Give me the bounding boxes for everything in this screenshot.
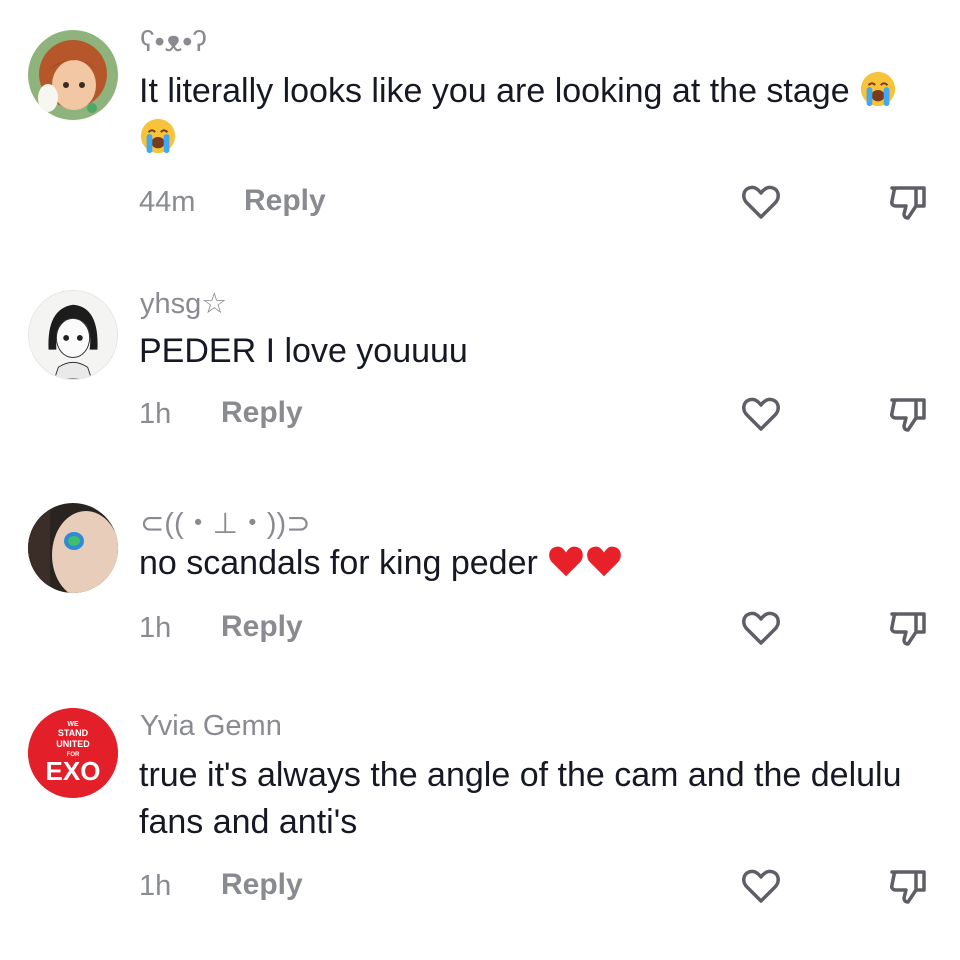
dislike-thumbs-down-icon[interactable] (886, 606, 930, 650)
red-heart-emoji-icon (587, 546, 622, 577)
reply-button[interactable]: Reply (221, 610, 303, 644)
comment-item: WE STAND UNITED FOR EXO Yvia Gemn true i… (0, 700, 960, 960)
avatar-badge-text: WE (67, 721, 79, 728)
username[interactable]: ⊂((・⊥・))⊃ (140, 500, 311, 542)
comment-text-content: no scandals for king peder (139, 544, 538, 582)
avatar-manga-girl-image (29, 291, 117, 379)
dislike-thumbs-down-icon[interactable] (886, 180, 930, 224)
reply-button[interactable]: Reply (221, 868, 303, 902)
avatar-badge-text: EXO (46, 756, 101, 786)
comment-time: 44m (139, 186, 196, 218)
comment-text: PEDER I love youuuu (139, 328, 919, 375)
like-heart-icon[interactable] (739, 606, 783, 650)
username[interactable]: ʕ•ᴥ•ʔ (140, 26, 207, 59)
comment-time: 1h (139, 870, 172, 902)
comment-item: yhsg☆ PEDER I love youuuu 1h Reply (0, 270, 960, 480)
comment-time: 1h (139, 398, 172, 430)
avatar[interactable] (28, 503, 118, 593)
crying-face-emoji-icon (140, 118, 176, 154)
avatar-badge-text: STAND (58, 728, 89, 738)
red-heart-emoji-icon (549, 546, 584, 577)
avatar-badge-text: UNITED (56, 739, 90, 749)
avatar[interactable]: WE STAND UNITED FOR EXO (28, 708, 118, 798)
comment-text: It literally looks like you are looking … (139, 68, 919, 162)
comment-item: ʕ•ᴥ•ʔ It literally looks like you are lo… (0, 0, 960, 260)
comment-text-content: It literally looks like you are looking … (139, 72, 850, 110)
reply-button[interactable]: Reply (244, 184, 326, 218)
comment-time: 1h (139, 612, 172, 644)
username[interactable]: yhsg☆ (140, 286, 227, 321)
dislike-thumbs-down-icon[interactable] (886, 392, 930, 436)
comment-text: true it's always the angle of the cam an… (139, 752, 929, 846)
avatar[interactable] (28, 290, 118, 380)
avatar-animated-princess-image (28, 30, 118, 120)
crying-face-emoji-icon (860, 71, 896, 107)
like-heart-icon[interactable] (739, 864, 783, 908)
reply-button[interactable]: Reply (221, 396, 303, 430)
dislike-thumbs-down-icon[interactable] (886, 864, 930, 908)
avatar[interactable] (28, 30, 118, 120)
like-heart-icon[interactable] (739, 392, 783, 436)
comment-text-content: PEDER I love youuuu (139, 332, 468, 370)
comment-text-content: true it's always the angle of the cam an… (139, 756, 902, 841)
exo-badge-avatar-image: WE STAND UNITED FOR EXO (28, 708, 118, 798)
avatar-face-paint-image (28, 503, 118, 593)
comment-item: ⊂((・⊥・))⊃ no scandals for king peder 1h … (0, 484, 960, 694)
like-heart-icon[interactable] (739, 180, 783, 224)
username[interactable]: Yvia Gemn (140, 710, 282, 743)
comment-text: no scandals for king peder (139, 540, 919, 587)
